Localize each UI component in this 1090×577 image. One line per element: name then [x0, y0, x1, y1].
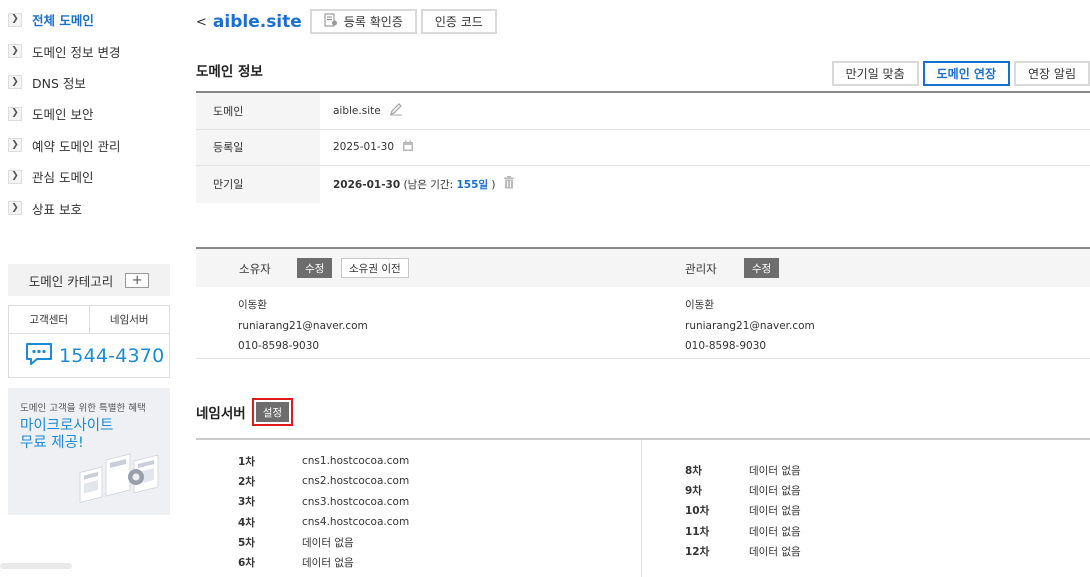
list-item: 12차 데이터 없음	[685, 545, 801, 558]
list-item: 6차 데이터 없음	[238, 557, 354, 570]
nameserver-set-button[interactable]: 설정	[255, 402, 290, 422]
owner-email: runiarang21@naver.com	[238, 319, 368, 332]
list-item: 1차 cns1.hostcocoa.com	[238, 455, 410, 468]
remaining-days: 155일	[456, 178, 489, 191]
chat-bubble-icon	[25, 342, 53, 369]
domain-info-actions: 만기일 맞춤 도메인 연장 연장 알림	[831, 61, 1090, 86]
support-box: 고객센터 네임서버 1544-4370	[8, 305, 170, 378]
nameserver-list-right: 8차 데이터 없음 9차 데이터 없음 10차 데이터 없음 11차 데이터 없음 12…	[685, 460, 801, 561]
owner-label: 소유자	[239, 262, 271, 276]
chevron-right-icon: ❯	[8, 201, 22, 216]
chevron-right-icon: ❯	[8, 106, 22, 121]
nameserver-divider	[641, 440, 642, 577]
nameserver-header: 네임서버 설정	[196, 398, 294, 426]
owner-details: 이동환 runiarang21@naver.com 010-8598-9030	[238, 295, 368, 357]
domain-info-title: 도메인 정보	[196, 64, 263, 80]
domain-info-table: 도메인 aible.site 등록일 2025-01-30 만기일 2026-0…	[196, 91, 1090, 203]
domain-category: 도메인 카테고리 +	[8, 264, 170, 296]
match-expiry-button[interactable]: 만기일 맞춤	[831, 61, 919, 86]
sidebar-item-label: DNS 정보	[32, 75, 86, 91]
admin-name: 이동환	[685, 299, 714, 311]
sidebar-item-label: 도메인 보안	[32, 107, 94, 123]
owner-name: 이동환	[238, 299, 267, 311]
list-item: 4차 cns4.hostcocoa.com	[238, 516, 410, 529]
tab-customer-center[interactable]: 고객센터	[9, 306, 89, 333]
sidebar-item-label: 도메인 정보 변경	[32, 44, 121, 60]
scrollbar-thumb[interactable]	[0, 563, 72, 569]
domain-category-label: 도메인 카테고리	[28, 273, 114, 289]
renew-domain-button[interactable]: 도메인 연장	[922, 61, 1011, 86]
nameserver-list: 1차 cns1.hostcocoa.com 2차 cns2.hostcocoa.co…	[196, 438, 1090, 577]
pencil-icon[interactable]	[389, 102, 403, 119]
admin-email: runiarang21@naver.com	[685, 319, 815, 332]
sidebar: ❯ 전체 도메인 ❯ 도메인 정보 변경 ❯ DNS 정보 ❯ 도메인 보안 ❯…	[0, 0, 180, 577]
owner-phone: 010-8598-9030	[238, 340, 320, 352]
registration-certificate-button[interactable]: 등록 확인증	[309, 9, 417, 34]
microsite-promo-banner[interactable]: 도메인 고객을 위한 특별한 혜택 마이크로사이트 무료 제공!	[8, 388, 170, 515]
admin-edit-button[interactable]: 수정	[744, 258, 780, 278]
contacts-section: 소유자 수정 소유권 이전 관리자 수정 이동환 runiarang21@nav…	[196, 247, 1090, 359]
sidebar-item-label: 예약 도메인 관리	[32, 138, 121, 154]
promo-illustration	[78, 443, 170, 515]
back-button[interactable]: <	[196, 15, 207, 30]
promo-subtitle: 도메인 고객을 위한 특별한 혜택	[20, 403, 146, 414]
domain-value: aible.site	[333, 104, 381, 117]
support-phone-number: 1544-4370	[59, 344, 165, 367]
info-key: 도메인	[196, 93, 320, 129]
ownership-transfer-button[interactable]: 소유권 이전	[341, 258, 409, 278]
expiry-date: 2026-01-30	[333, 178, 401, 191]
sidebar-item-label: 상표 보호	[32, 201, 82, 217]
chevron-right-icon: ❯	[8, 169, 22, 184]
sidebar-item-reserved-domains[interactable]: ❯ 예약 도메인 관리	[8, 130, 178, 161]
renewal-notice-button[interactable]: 연장 알림	[1014, 61, 1090, 86]
tab-nameserver[interactable]: 네임서버	[88, 306, 170, 333]
info-key: 등록일	[196, 129, 320, 165]
owner-edit-button[interactable]: 수정	[297, 258, 333, 278]
list-item: 3차 cns3.hostcocoa.com	[238, 495, 410, 509]
sidebar-item-dns-info[interactable]: ❯ DNS 정보	[8, 67, 178, 98]
contacts-header: 소유자 수정 소유권 이전 관리자 수정	[196, 249, 1090, 287]
sidebar-nav: ❯ 전체 도메인 ❯ 도메인 정보 변경 ❯ DNS 정보 ❯ 도메인 보안 ❯…	[8, 4, 178, 224]
domain-title: aible.site	[212, 11, 302, 32]
list-item: 2차 cns2.hostcocoa.com	[238, 475, 410, 488]
admin-phone: 010-8598-9030	[685, 340, 767, 352]
nameserver-title: 네임서버	[196, 406, 246, 422]
chevron-right-icon: ❯	[8, 75, 22, 90]
certificate-icon	[324, 13, 338, 30]
list-item: 8차 데이터 없음	[685, 464, 801, 477]
admin-details: 이동환 runiarang21@naver.com 010-8598-9030	[685, 295, 815, 357]
table-row: 등록일 2025-01-30	[196, 129, 1090, 166]
trash-icon[interactable]	[503, 176, 515, 192]
chevron-right-icon: ❯	[8, 12, 22, 27]
list-item: 9차 데이터 없음	[685, 484, 801, 497]
list-item: 11차 데이터 없음	[685, 525, 801, 538]
expiry-info: 2026-01-30 (남은 기간: 155일 )	[333, 178, 496, 191]
sidebar-item-all-domains[interactable]: ❯ 전체 도메인	[8, 4, 178, 35]
sidebar-item-label: 관심 도메인	[32, 170, 94, 186]
main-content: < aible.site 등록 확인증 인증 코드 도메인 정보 만기일 맞춤 …	[196, 0, 1090, 577]
table-row: 도메인 aible.site	[196, 93, 1090, 130]
info-key: 만기일	[196, 166, 320, 203]
table-row: 만기일 2026-01-30 (남은 기간: 155일 )	[196, 166, 1090, 203]
chevron-right-icon: ❯	[8, 138, 22, 153]
sidebar-item-trademark-protection[interactable]: ❯ 상표 보호	[8, 192, 178, 223]
sidebar-item-domain-security[interactable]: ❯ 도메인 보안	[8, 98, 178, 129]
add-category-button[interactable]: +	[125, 272, 150, 288]
nameserver-list-left: 1차 cns1.hostcocoa.com 2차 cns2.hostcocoa.co…	[238, 451, 409, 573]
calendar-icon	[402, 140, 414, 155]
list-item: 5차 데이터 없음	[238, 536, 354, 549]
domain-header: < aible.site 등록 확인증 인증 코드	[196, 9, 497, 34]
sidebar-item-domain-info-change[interactable]: ❯ 도메인 정보 변경	[8, 35, 178, 66]
auth-code-button[interactable]: 인증 코드	[420, 9, 497, 34]
sidebar-item-watched-domains[interactable]: ❯ 관심 도메인	[8, 161, 178, 192]
registration-date: 2025-01-30	[333, 141, 395, 154]
nameserver-set-highlight: 설정	[251, 398, 294, 426]
admin-label: 관리자	[685, 262, 717, 276]
sidebar-item-label: 전체 도메인	[32, 13, 94, 29]
chevron-right-icon: ❯	[8, 44, 22, 59]
list-item: 10차 데이터 없음	[685, 505, 801, 518]
